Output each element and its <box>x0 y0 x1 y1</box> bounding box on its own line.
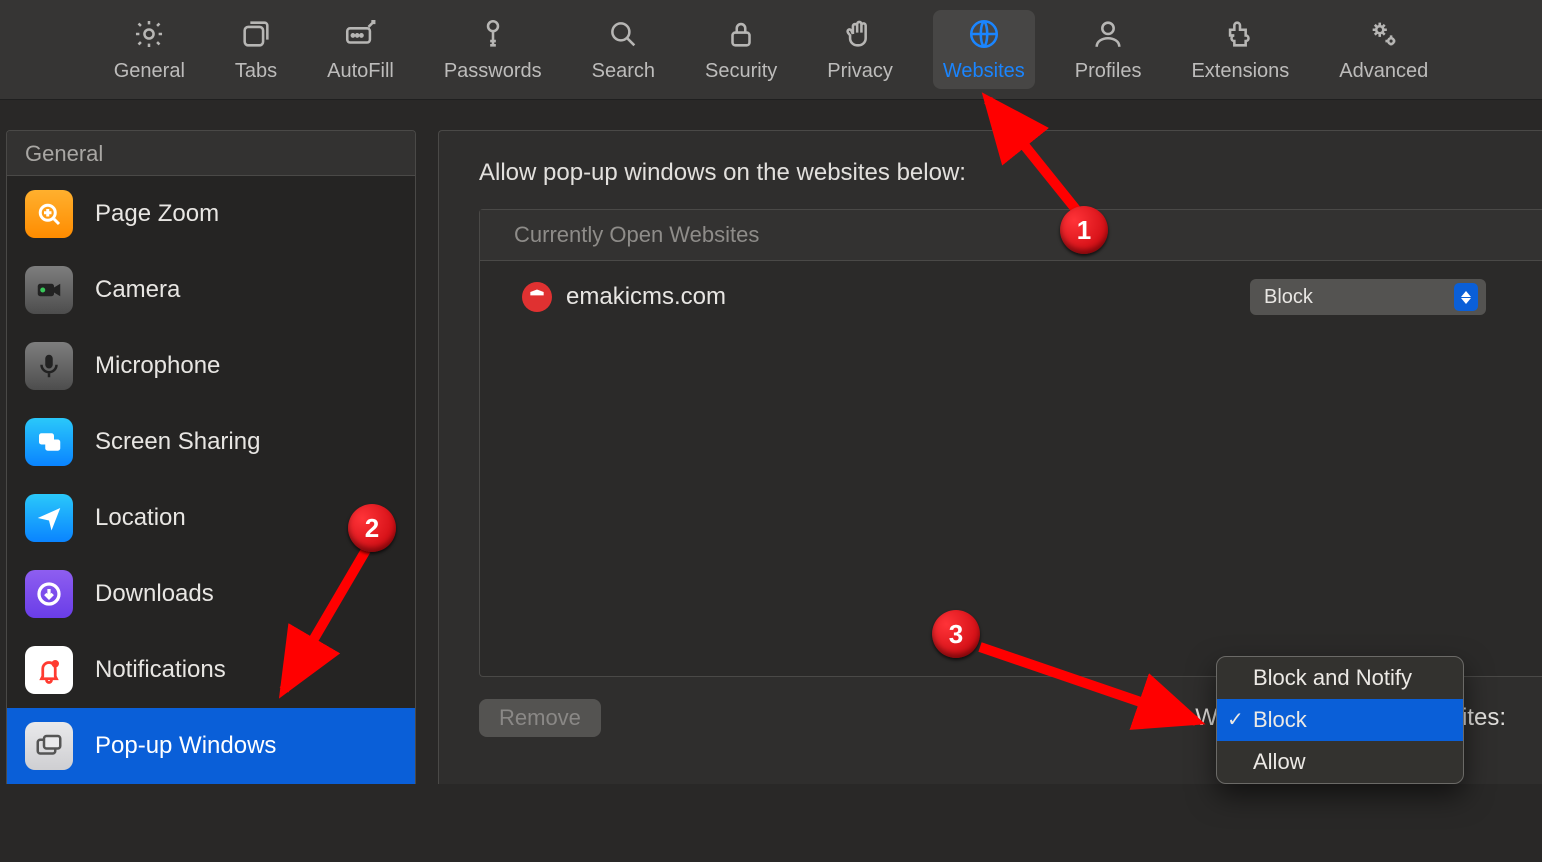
sidebar-item-popup-windows[interactable]: Pop-up Windows <box>7 708 415 784</box>
download-icon <box>25 570 73 618</box>
tabs-icon <box>238 16 274 52</box>
toolbar-label: Search <box>592 60 655 83</box>
microphone-icon <box>25 342 73 390</box>
toolbar-websites[interactable]: Websites <box>933 10 1035 89</box>
toolbar-label: Websites <box>943 60 1025 83</box>
dropdown-value: Block <box>1264 286 1313 309</box>
gear-icon <box>131 16 167 52</box>
toolbar-privacy[interactable]: Privacy <box>817 10 903 89</box>
dropdown-stepper-icon <box>1454 283 1478 311</box>
menu-item-allow[interactable]: Allow <box>1217 741 1463 783</box>
toolbar-label: Extensions <box>1191 60 1289 83</box>
sidebar-item-label: Microphone <box>95 352 220 380</box>
annotation-marker-3: 3 <box>932 610 980 658</box>
lock-icon <box>723 16 759 52</box>
popup-windows-icon <box>25 722 73 770</box>
site-row[interactable]: emakicms.com Block <box>480 261 1542 333</box>
toolbar-search[interactable]: Search <box>582 10 665 89</box>
profile-icon <box>1090 16 1126 52</box>
annotation-marker-1: 1 <box>1060 206 1108 254</box>
toolbar-profiles[interactable]: Profiles <box>1065 10 1152 89</box>
sidebar-item-page-zoom[interactable]: Page Zoom <box>7 176 415 252</box>
toolbar-label: Profiles <box>1075 60 1142 83</box>
location-icon <box>25 494 73 542</box>
toolbar-label: General <box>114 60 185 83</box>
annotation-marker-2: 2 <box>348 504 396 552</box>
toolbar-advanced[interactable]: Advanced <box>1329 10 1438 89</box>
toolbar-label: Privacy <box>827 60 893 83</box>
sidebar-item-label: Screen Sharing <box>95 428 260 456</box>
toolbar-general[interactable]: General <box>104 10 195 89</box>
setting-popup-menu: Block and Notify Block Allow <box>1216 656 1464 784</box>
sidebar-item-microphone[interactable]: Microphone <box>7 328 415 404</box>
sidebar-header: General <box>7 131 415 176</box>
preferences-toolbar: General Tabs AutoFill Passwords Search S… <box>0 0 1542 100</box>
toolbar-extensions[interactable]: Extensions <box>1181 10 1299 89</box>
menu-item-block-and-notify[interactable]: Block and Notify <box>1217 657 1463 699</box>
site-domain: emakicms.com <box>566 283 1250 311</box>
screen-sharing-icon <box>25 418 73 466</box>
sidebar-item-label: Notifications <box>95 656 226 684</box>
websites-sidebar: General Page Zoom Camera Microphone Scre… <box>6 130 416 784</box>
autofill-icon <box>342 16 378 52</box>
camera-icon <box>25 266 73 314</box>
sidebar-item-label: Downloads <box>95 580 214 608</box>
toolbar-autofill[interactable]: AutoFill <box>317 10 404 89</box>
sidebar-item-notifications[interactable]: Notifications <box>7 632 415 708</box>
sidebar-item-label: Location <box>95 504 186 532</box>
websites-list: Currently Open Websites emakicms.com Blo… <box>479 209 1542 677</box>
sidebar-item-label: Pop-up Windows <box>95 732 276 760</box>
key-icon <box>475 16 511 52</box>
toolbar-label: Tabs <box>235 60 277 83</box>
site-setting-dropdown[interactable]: Block <box>1250 279 1486 315</box>
toolbar-passwords[interactable]: Passwords <box>434 10 552 89</box>
sidebar-item-label: Page Zoom <box>95 200 219 228</box>
list-header: Currently Open Websites <box>480 210 1542 261</box>
globe-icon <box>966 16 1002 52</box>
sidebar-item-label: Camera <box>95 276 180 304</box>
sidebar-item-screen-sharing[interactable]: Screen Sharing <box>7 404 415 480</box>
remove-button[interactable]: Remove <box>479 699 601 737</box>
sidebar-item-camera[interactable]: Camera <box>7 252 415 328</box>
zoom-icon <box>25 190 73 238</box>
puzzle-icon <box>1222 16 1258 52</box>
toolbar-label: Advanced <box>1339 60 1428 83</box>
menu-item-block[interactable]: Block <box>1217 699 1463 741</box>
bell-icon <box>25 646 73 694</box>
hand-icon <box>842 16 878 52</box>
search-icon <box>605 16 641 52</box>
toolbar-label: Passwords <box>444 60 542 83</box>
toolbar-tabs[interactable]: Tabs <box>225 10 287 89</box>
toolbar-label: AutoFill <box>327 60 394 83</box>
main-title: Allow pop-up windows on the websites bel… <box>479 159 1542 187</box>
site-favicon <box>522 282 552 312</box>
sidebar-item-downloads[interactable]: Downloads <box>7 556 415 632</box>
toolbar-security[interactable]: Security <box>695 10 787 89</box>
toolbar-label: Security <box>705 60 777 83</box>
gears-icon <box>1366 16 1402 52</box>
